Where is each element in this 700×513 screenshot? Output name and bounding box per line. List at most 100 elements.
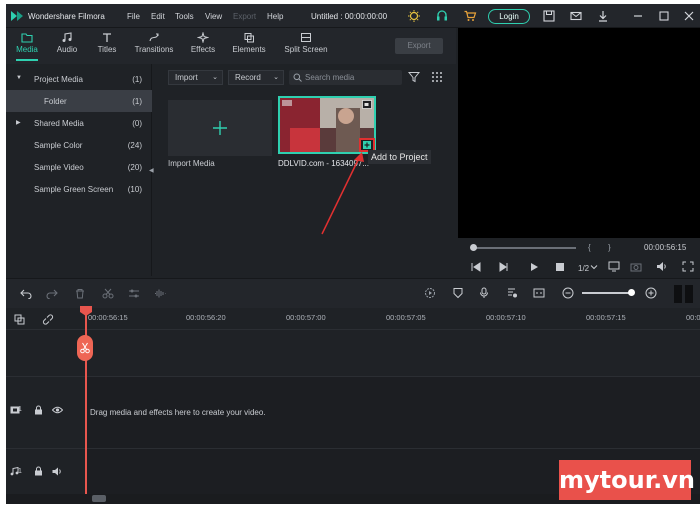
library-item-label: Shared Media bbox=[34, 119, 84, 128]
zoom-out-icon[interactable] bbox=[562, 287, 574, 299]
import-media-tile[interactable] bbox=[168, 100, 272, 156]
light-bulb-icon[interactable] bbox=[407, 9, 421, 23]
volume-icon[interactable] bbox=[656, 261, 668, 272]
redo-icon[interactable] bbox=[46, 288, 58, 299]
eye-icon[interactable] bbox=[52, 406, 63, 414]
scrollbar-thumb[interactable] bbox=[92, 495, 106, 502]
maximize-icon[interactable] bbox=[657, 9, 671, 23]
zoom-in-icon[interactable] bbox=[645, 287, 657, 299]
tab-effects[interactable]: Effects bbox=[187, 31, 219, 61]
snapshot-camera-icon[interactable] bbox=[630, 261, 642, 272]
drag-media-hint: Drag media and effects here to create yo… bbox=[90, 408, 266, 417]
tab-split-screen[interactable]: Split Screen bbox=[280, 31, 332, 61]
filter-icon[interactable] bbox=[408, 71, 420, 83]
library-item-count: (10) bbox=[127, 185, 142, 194]
video-track[interactable]: Drag media and effects here to create yo… bbox=[86, 376, 700, 448]
library-item-label: Sample Video bbox=[34, 163, 84, 172]
mark-out-icon[interactable]: } bbox=[608, 243, 611, 252]
mail-icon[interactable] bbox=[569, 9, 583, 23]
library-item-sample-green-screen[interactable]: Sample Green Screen (10) bbox=[6, 178, 152, 200]
preview-controls: { } 00:00:56:15 1/2 bbox=[458, 238, 700, 276]
microphone-icon[interactable] bbox=[478, 287, 490, 299]
fullscreen-icon[interactable] bbox=[682, 261, 694, 272]
layout-toggle-left[interactable] bbox=[674, 285, 682, 303]
preview-scrubber[interactable] bbox=[472, 247, 576, 249]
tab-audio[interactable]: Audio bbox=[52, 31, 82, 61]
timeline-ruler[interactable]: 00:00:56:15 00:00:56:20 00:00:57:00 00:0… bbox=[6, 308, 700, 330]
menu-help[interactable]: Help bbox=[267, 12, 283, 21]
filmora-logo-icon bbox=[11, 11, 23, 21]
add-track-icon[interactable] bbox=[14, 314, 26, 325]
download-icon[interactable] bbox=[596, 9, 610, 23]
marker-shield-icon[interactable] bbox=[452, 287, 464, 299]
menu-file[interactable]: File bbox=[127, 12, 140, 21]
caret-down-icon: ▼ bbox=[16, 75, 22, 81]
render-icon[interactable] bbox=[424, 287, 436, 299]
search-input[interactable] bbox=[305, 71, 397, 84]
import-dropdown[interactable]: Import ⌄ bbox=[168, 70, 223, 85]
tab-media[interactable]: Media bbox=[12, 31, 42, 61]
cart-icon[interactable] bbox=[463, 9, 477, 23]
search-box bbox=[289, 70, 402, 85]
menu-tools[interactable]: Tools bbox=[175, 12, 194, 21]
step-back-icon[interactable] bbox=[470, 262, 482, 272]
tab-elements[interactable]: Elements bbox=[229, 31, 269, 61]
ruler-tick-label: 00:00:57:15 bbox=[586, 313, 626, 322]
effects-sparkle-icon bbox=[197, 32, 209, 43]
library-item-project-media[interactable]: ▼ Project Media (1) bbox=[6, 68, 152, 90]
link-icon[interactable] bbox=[42, 314, 54, 325]
collapse-panel-arrow-icon[interactable]: ◀ bbox=[149, 167, 157, 179]
layout-toggle-right[interactable] bbox=[685, 285, 693, 303]
play-pause-icon[interactable] bbox=[498, 262, 510, 272]
audio-track-header: 1 bbox=[6, 448, 86, 494]
chevron-down-icon[interactable] bbox=[590, 263, 598, 271]
menu-view[interactable]: View bbox=[205, 12, 222, 21]
menu-export[interactable]: Export bbox=[233, 12, 256, 21]
mark-in-icon[interactable]: { bbox=[588, 243, 591, 252]
lock-icon[interactable] bbox=[34, 466, 43, 476]
library-item-label: Sample Green Screen bbox=[34, 185, 114, 194]
delete-icon[interactable] bbox=[74, 288, 86, 299]
menu-edit[interactable]: Edit bbox=[151, 12, 165, 21]
timeline-empty-area[interactable] bbox=[86, 330, 700, 376]
subtitle-icon[interactable] bbox=[533, 287, 545, 299]
timeline-empty-head bbox=[6, 330, 86, 376]
export-button[interactable]: Export bbox=[395, 38, 443, 54]
stop-icon[interactable] bbox=[554, 262, 566, 272]
zoom-slider[interactable] bbox=[582, 292, 632, 294]
library-panel: ▼ Project Media (1) Folder (1) ▶ Shared … bbox=[6, 64, 152, 334]
scissors-icon bbox=[80, 342, 90, 354]
ruler-tick-label: 00:00:56:15 bbox=[88, 313, 128, 322]
grid-view-icon[interactable] bbox=[431, 71, 443, 83]
tab-audio-label: Audio bbox=[56, 45, 78, 54]
library-item-shared-media[interactable]: ▶ Shared Media (0) bbox=[6, 112, 152, 134]
tab-transitions[interactable]: Transitions bbox=[130, 31, 178, 61]
library-item-sample-video[interactable]: Sample Video (20) bbox=[6, 156, 152, 178]
audio-track-number: 1 bbox=[18, 468, 22, 475]
cut-scissors-icon[interactable] bbox=[102, 288, 114, 299]
video-track-number: 1 bbox=[18, 406, 22, 413]
tab-titles[interactable]: Titles bbox=[92, 31, 122, 61]
close-icon[interactable] bbox=[682, 9, 696, 23]
library-item-folder[interactable]: Folder (1) bbox=[6, 90, 152, 112]
record-dropdown[interactable]: Record ⌄ bbox=[228, 70, 284, 85]
minimize-icon[interactable] bbox=[631, 9, 645, 23]
playhead-handle-icon[interactable] bbox=[80, 306, 92, 316]
library-item-sample-color[interactable]: Sample Color (24) bbox=[6, 134, 152, 156]
audio-waveform-icon[interactable] bbox=[154, 288, 166, 299]
login-button[interactable]: Login bbox=[488, 9, 530, 24]
display-settings-icon[interactable] bbox=[608, 261, 620, 272]
zoom-slider-handle[interactable] bbox=[628, 289, 635, 296]
library-item-count: (24) bbox=[127, 141, 142, 150]
headset-support-icon[interactable] bbox=[435, 9, 449, 23]
split-scissor-marker[interactable] bbox=[77, 335, 93, 361]
play-icon[interactable] bbox=[528, 262, 540, 272]
playback-speed[interactable]: 1/2 bbox=[578, 264, 589, 273]
adjust-sliders-icon[interactable] bbox=[128, 288, 140, 299]
lock-icon[interactable] bbox=[34, 405, 43, 415]
save-icon[interactable] bbox=[542, 9, 556, 23]
speaker-icon[interactable] bbox=[52, 467, 63, 476]
voiceover-list-icon[interactable] bbox=[506, 287, 518, 299]
undo-icon[interactable] bbox=[20, 288, 32, 299]
scrubber-handle[interactable] bbox=[470, 244, 477, 251]
